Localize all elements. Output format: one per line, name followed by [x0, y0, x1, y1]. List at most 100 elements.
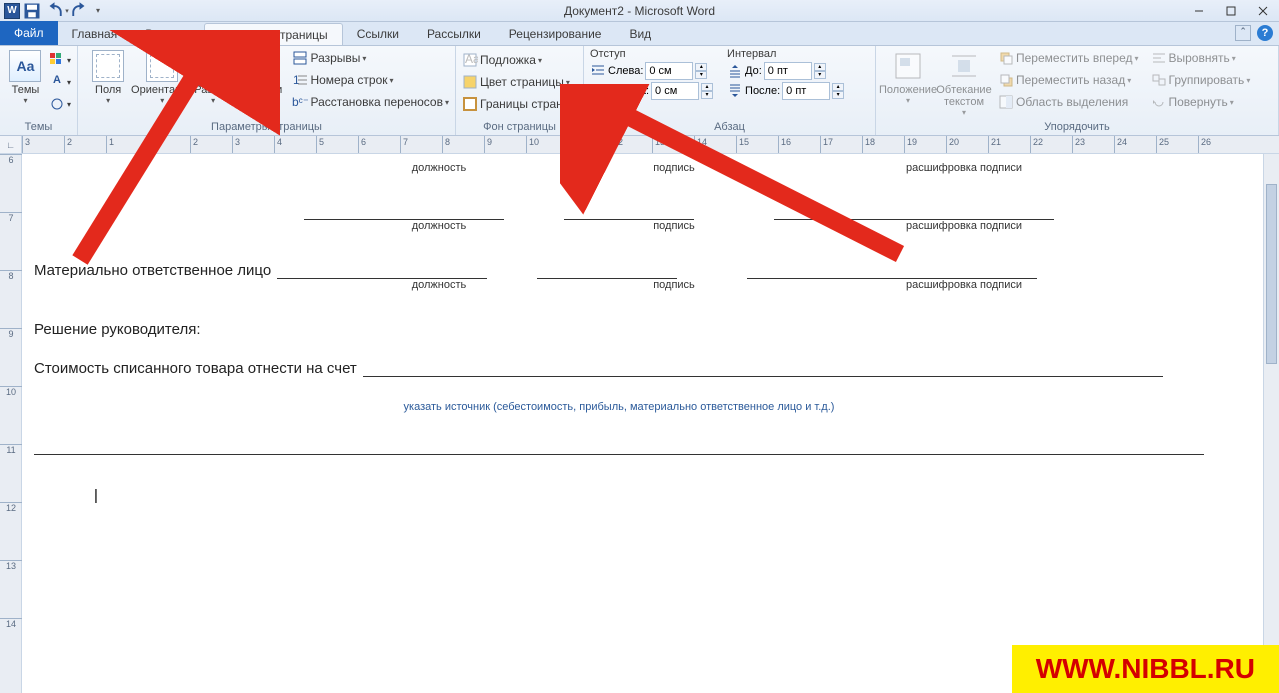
indent-left-icon	[590, 63, 606, 79]
orientation-button[interactable]: Ориентация▾	[136, 48, 188, 107]
undo-dropdown-icon[interactable]: ▾	[62, 1, 72, 21]
hyphenation-button[interactable]: bᶜ⁻Расстановка переносов	[292, 92, 449, 112]
orientation-icon	[146, 50, 178, 82]
app-icon[interactable]: W	[2, 1, 22, 21]
close-button[interactable]	[1247, 1, 1279, 21]
vertical-ruler[interactable]: 67891011121314	[0, 154, 22, 693]
sig-decoding-1: расшифровка подписи	[814, 162, 1114, 174]
align-button[interactable]: Выровнять	[1151, 48, 1251, 68]
bring-forward-icon	[998, 50, 1014, 66]
tab-view[interactable]: Вид	[615, 23, 665, 45]
spacing-heading: Интервал	[727, 48, 844, 60]
horizontal-ruler[interactable]: ∟ 32112345678910111213141516171819202122…	[0, 136, 1279, 154]
page-color-icon	[462, 74, 478, 90]
wrap-text-button[interactable]: Обтекание текстом▾	[938, 48, 990, 119]
position-icon	[892, 50, 924, 82]
theme-fonts-button[interactable]: A▾	[49, 72, 71, 92]
indent-right-icon	[590, 83, 606, 99]
spacing-before-down[interactable]: ▾	[814, 71, 826, 79]
position-button[interactable]: Положение▾	[882, 48, 934, 107]
document-area[interactable]: 67891011121314 должность подпись расшифр…	[0, 154, 1263, 693]
selection-pane-icon	[998, 94, 1014, 110]
page-content: должность подпись расшифровка подписи до…	[34, 154, 1244, 504]
undo-icon[interactable]	[42, 1, 62, 21]
vertical-scrollbar[interactable]	[1263, 154, 1279, 693]
spacing-after-label: После:	[745, 85, 780, 97]
page-borders-icon	[462, 96, 478, 112]
tab-insert[interactable]: Вставка	[131, 23, 204, 45]
tab-references[interactable]: Ссылки	[343, 23, 413, 45]
save-icon[interactable]	[22, 1, 42, 21]
spacing-after-down[interactable]: ▾	[832, 91, 844, 99]
sig-signature-3: подпись	[594, 279, 754, 291]
bring-forward-button[interactable]: Переместить вперед	[998, 48, 1139, 68]
spacing-before-icon	[727, 63, 743, 79]
tab-mailings[interactable]: Рассылки	[413, 23, 495, 45]
minimize-button[interactable]	[1183, 1, 1215, 21]
tab-selector[interactable]: ∟	[0, 136, 22, 154]
decision-label: Решение руководителя:	[34, 321, 1244, 338]
tab-page-layout[interactable]: Разметка страницы	[204, 23, 343, 45]
watermark-button[interactable]: AaПодложка	[462, 50, 576, 70]
redo-icon[interactable]	[72, 1, 92, 21]
indent-left-input[interactable]	[645, 62, 693, 80]
tab-review[interactable]: Рецензирование	[495, 23, 616, 45]
breaks-button[interactable]: Разрывы	[292, 48, 449, 68]
indent-right-up[interactable]: ▴	[701, 83, 713, 91]
group-arrange-label: Упорядочить	[882, 120, 1272, 135]
sig-signature-2: подпись	[594, 220, 754, 232]
watermark-overlay: WWW.NIBBL.RU	[1012, 645, 1279, 693]
fonts-icon: A	[49, 74, 65, 90]
spacing-after-icon	[727, 83, 743, 99]
ribbon: Aa Темы ▾ ▾ A▾ ▾ Темы Поля▾ Ориентация▾ …	[0, 46, 1279, 136]
maximize-button[interactable]	[1215, 1, 1247, 21]
help-icon[interactable]: ?	[1257, 25, 1273, 41]
margins-icon	[92, 50, 124, 82]
group-themes-label: Темы	[6, 120, 71, 135]
group-page-setup-label: Параметры страницы	[84, 120, 449, 135]
indent-right-input[interactable]	[651, 82, 699, 100]
indent-left-up[interactable]: ▴	[695, 63, 707, 71]
quick-access-toolbar: W ▾ ▾	[0, 1, 104, 21]
send-backward-icon	[998, 72, 1014, 88]
line-numbers-icon: 1	[292, 72, 308, 88]
responsible-label: Материально ответственное лицо	[34, 262, 271, 279]
spacing-before-label: До:	[745, 65, 762, 77]
group-button[interactable]: Группировать	[1151, 70, 1251, 90]
scrollbar-thumb[interactable]	[1266, 184, 1277, 364]
group-page-bg-label: Фон страницы	[462, 120, 577, 135]
rotate-button[interactable]: Повернуть	[1151, 92, 1251, 112]
colors-icon	[49, 52, 65, 68]
hyphenation-icon: bᶜ⁻	[292, 94, 308, 110]
sig-position-1: должность	[284, 162, 594, 174]
selection-pane-button[interactable]: Область выделения	[998, 92, 1139, 112]
themes-icon: Aa	[9, 50, 41, 82]
text-cursor: |	[94, 487, 1244, 504]
spacing-before-input[interactable]	[764, 62, 812, 80]
line-numbers-button[interactable]: 1Номера строк	[292, 70, 449, 90]
ribbon-tabs: Файл Главная Вставка Разметка страницы С…	[0, 22, 1279, 46]
spacing-before-up[interactable]: ▴	[814, 63, 826, 71]
theme-colors-button[interactable]: ▾	[49, 50, 71, 70]
indent-left-down[interactable]: ▾	[695, 71, 707, 79]
tab-home[interactable]: Главная	[58, 23, 132, 45]
cost-label: Стоимость списанного товара отнести на с…	[34, 360, 357, 377]
theme-effects-button[interactable]: ▾	[49, 94, 71, 114]
group-icon	[1151, 72, 1167, 88]
size-button[interactable]: Размер▾	[192, 48, 234, 107]
margins-button[interactable]: Поля▾	[84, 48, 132, 107]
svg-text:bᶜ⁻: bᶜ⁻	[292, 95, 308, 109]
page-color-button[interactable]: Цвет страницы	[462, 72, 576, 92]
spacing-after-up[interactable]: ▴	[832, 83, 844, 91]
themes-button[interactable]: Aa Темы ▾	[6, 48, 45, 107]
send-backward-button[interactable]: Переместить назад	[998, 70, 1139, 90]
qat-customize-icon[interactable]: ▾	[92, 1, 104, 21]
indent-right-down[interactable]: ▾	[701, 91, 713, 99]
columns-button[interactable]: Колонки▾	[238, 48, 284, 107]
sig-decoding-2: расшифровка подписи	[814, 220, 1114, 232]
rotate-icon	[1151, 94, 1167, 110]
page-borders-button[interactable]: Границы страниц	[462, 94, 576, 114]
minimize-ribbon-icon[interactable]: ˆ	[1235, 25, 1251, 41]
tab-file[interactable]: Файл	[0, 21, 58, 45]
spacing-after-input[interactable]	[782, 82, 830, 100]
